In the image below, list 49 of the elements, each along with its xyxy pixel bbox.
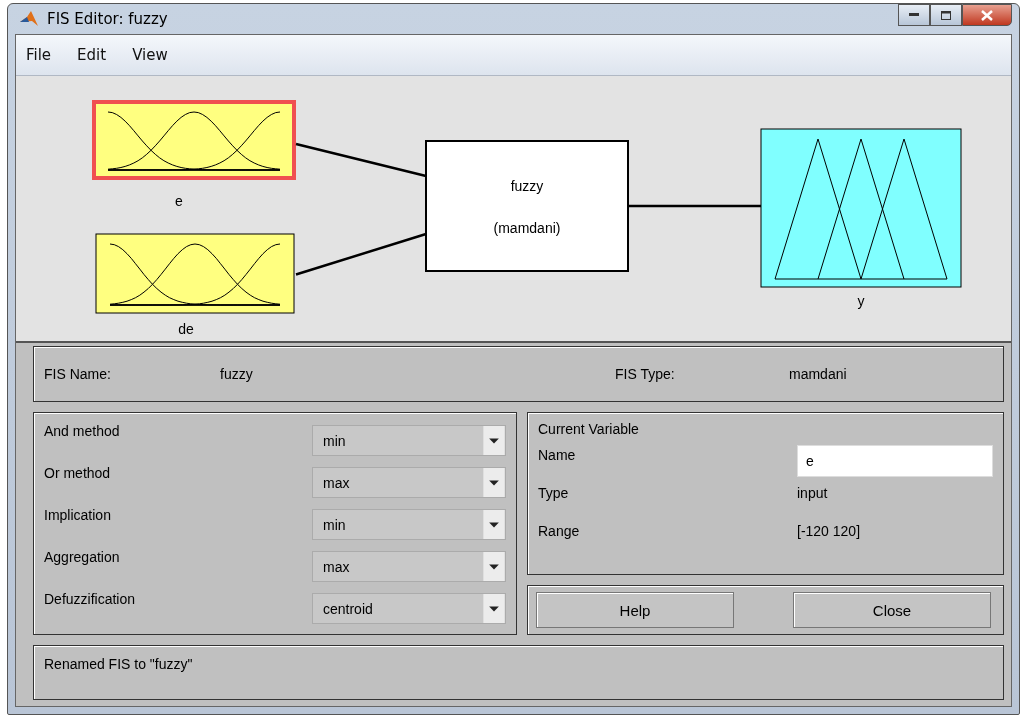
method-label: Implication — [44, 507, 112, 523]
close-button[interactable] — [962, 4, 1012, 26]
method-dropdown[interactable]: centroid — [312, 593, 506, 624]
caret-icon — [483, 594, 505, 623]
fis-system-box[interactable] — [425, 140, 629, 272]
menu-item[interactable]: Edit — [77, 46, 107, 64]
method-dropdown[interactable]: min — [312, 425, 506, 456]
method-label: Or method — [44, 465, 112, 481]
maximize-icon — [941, 10, 951, 20]
variable-label: e — [175, 193, 183, 209]
minimize-icon — [909, 13, 919, 17]
caret-icon — [483, 510, 505, 539]
help-button[interactable]: Help — [536, 592, 734, 628]
method-dropdown[interactable]: max — [312, 467, 506, 498]
type-label: Type — [538, 485, 570, 501]
system-name: fuzzy — [510, 178, 544, 194]
method-label: Defuzzification — [44, 591, 137, 607]
caret-icon — [483, 468, 505, 497]
type-value: input — [797, 485, 828, 501]
system-type: (mamdani) — [493, 220, 561, 236]
input-variable-box[interactable] — [95, 233, 295, 314]
menu-item[interactable]: File — [26, 46, 52, 64]
output-variable-box[interactable] — [760, 128, 962, 288]
fis-name-value: fuzzy — [220, 366, 254, 382]
minimize-button[interactable] — [898, 4, 930, 26]
range-label: Range — [538, 523, 581, 539]
method-dropdown[interactable]: max — [312, 551, 506, 582]
status-message: Renamed FIS to "fuzzy" — [44, 656, 193, 672]
method-label: Aggregation — [44, 549, 121, 565]
close-icon — [981, 9, 993, 21]
fis-name-label: FIS Name: — [44, 366, 112, 382]
app-logo-icon — [19, 10, 39, 28]
maximize-button[interactable] — [930, 4, 962, 26]
panel-title: Current Variable — [538, 421, 640, 437]
name-input-field[interactable]: e — [797, 445, 993, 477]
variable-label: de — [178, 321, 194, 337]
fis-type-label: FIS Type: — [615, 366, 676, 382]
variable-label: y — [857, 293, 865, 309]
method-dropdown[interactable]: min — [312, 509, 506, 540]
caret-icon — [483, 552, 505, 581]
name-label: Name — [538, 447, 577, 463]
menu-item[interactable]: View — [132, 46, 168, 64]
caret-icon — [483, 426, 505, 455]
input-variable-box[interactable] — [92, 100, 296, 180]
method-label: And method — [44, 423, 121, 439]
range-value: [-120 120] — [797, 523, 861, 539]
fis-type-value: mamdani — [789, 366, 847, 382]
window-title: FIS Editor: fuzzy — [47, 10, 168, 28]
close-button[interactable]: Close — [793, 592, 991, 628]
